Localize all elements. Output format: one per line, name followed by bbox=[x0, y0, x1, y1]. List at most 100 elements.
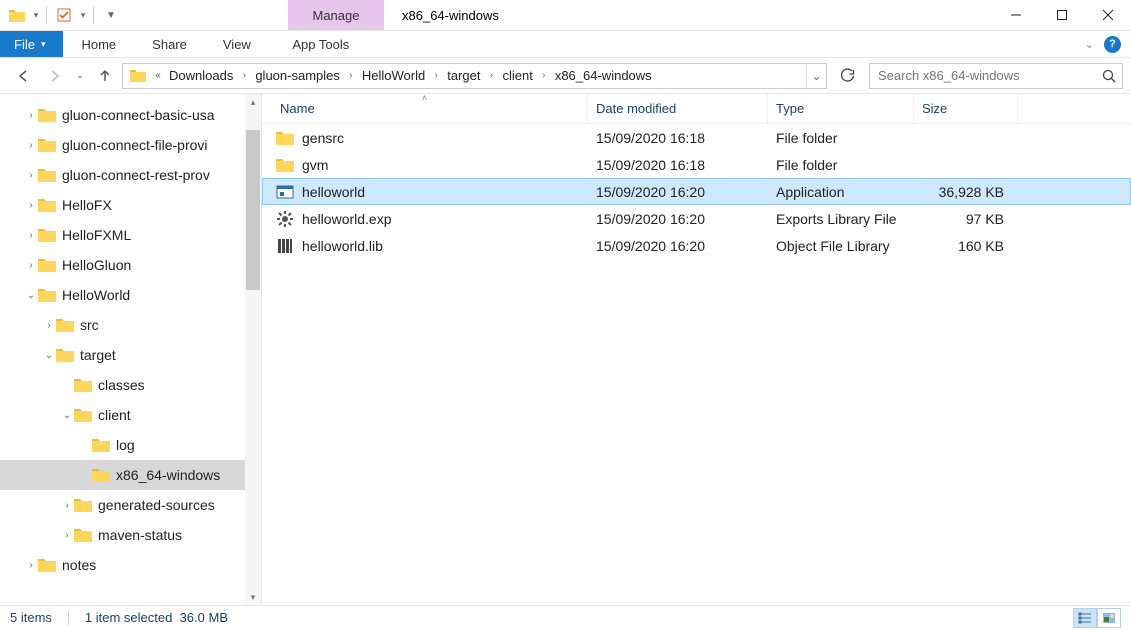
properties-icon[interactable] bbox=[51, 0, 77, 30]
home-tab[interactable]: Home bbox=[63, 31, 134, 57]
twisty-icon[interactable]: › bbox=[24, 140, 38, 151]
tree-item-label: classes bbox=[98, 377, 145, 393]
breadcrumb-segment[interactable]: HelloWorld bbox=[358, 64, 429, 88]
file-tab-label: File bbox=[14, 37, 35, 52]
twisty-icon[interactable]: › bbox=[42, 320, 56, 331]
minimize-button[interactable] bbox=[993, 0, 1039, 30]
twisty-icon[interactable]: › bbox=[24, 560, 38, 571]
twisty-icon[interactable]: › bbox=[24, 230, 38, 241]
window-title: x86_64-windows bbox=[402, 0, 499, 30]
column-type[interactable]: Type bbox=[768, 94, 914, 123]
app-tools-tab[interactable]: App Tools bbox=[273, 31, 369, 57]
tree-item[interactable]: ›HelloFX bbox=[0, 190, 246, 220]
tree-item[interactable]: x86_64-windows bbox=[0, 460, 246, 490]
chevron-right-icon[interactable]: › bbox=[344, 70, 358, 81]
context-tab[interactable]: Manage bbox=[288, 0, 384, 30]
scroll-down-icon[interactable]: ▾ bbox=[245, 589, 261, 605]
address-dropdown-icon[interactable]: ⌄ bbox=[806, 64, 826, 88]
file-type: Exports Library File bbox=[768, 205, 914, 232]
twisty-icon[interactable]: ⌄ bbox=[42, 350, 56, 361]
file-date: 15/09/2020 16:18 bbox=[588, 124, 768, 151]
forward-button[interactable] bbox=[40, 62, 70, 90]
tree-item[interactable]: › gluon-connect-file-provi bbox=[0, 130, 246, 160]
file-size bbox=[914, 124, 1018, 151]
tree-item[interactable]: ›notes bbox=[0, 550, 246, 580]
column-date[interactable]: Date modified bbox=[588, 94, 768, 123]
tree-item[interactable]: ›HelloGluon bbox=[0, 250, 246, 280]
file-date: 15/09/2020 16:20 bbox=[588, 178, 768, 205]
tree-item[interactable]: ⌄ target bbox=[0, 340, 246, 370]
twisty-icon[interactable]: › bbox=[60, 530, 74, 541]
file-row[interactable]: helloworld.lib15/09/2020 16:20Object Fil… bbox=[262, 232, 1131, 259]
pin-dropdown-icon[interactable]: ▾ bbox=[30, 0, 42, 30]
tree-item[interactable]: ›gluon-connect-basic-usa bbox=[0, 100, 246, 130]
breadcrumb-segment[interactable]: gluon-samples bbox=[251, 64, 344, 88]
column-name[interactable]: ˄ Name bbox=[262, 94, 588, 123]
scroll-up-icon[interactable]: ▴ bbox=[245, 94, 261, 110]
twisty-icon[interactable]: › bbox=[24, 200, 38, 211]
recent-locations-button[interactable]: ⌄ bbox=[72, 62, 88, 90]
tree-item-label: gluon-connect-file-provi bbox=[62, 137, 208, 153]
status-selection: 1 item selected 36.0 MB bbox=[85, 610, 228, 625]
file-row[interactable]: gvm15/09/2020 16:18File folder bbox=[262, 151, 1131, 178]
chevron-right-icon[interactable]: › bbox=[484, 70, 498, 81]
file-size: 160 KB bbox=[914, 232, 1018, 259]
scroll-thumb[interactable] bbox=[246, 130, 260, 290]
tree-item[interactable]: log bbox=[0, 430, 246, 460]
twisty-icon[interactable]: › bbox=[60, 500, 74, 511]
details-view-icon[interactable] bbox=[1073, 608, 1097, 628]
tree-item[interactable]: › generated-sources bbox=[0, 490, 246, 520]
file-row[interactable]: helloworld.exp15/09/2020 16:20Exports Li… bbox=[262, 205, 1131, 232]
back-button[interactable] bbox=[8, 62, 38, 90]
tree-item[interactable]: ›maven-status bbox=[0, 520, 246, 550]
large-icons-view-icon[interactable] bbox=[1097, 608, 1121, 628]
chevron-right-icon[interactable]: › bbox=[537, 70, 551, 81]
folder-icon[interactable] bbox=[4, 0, 30, 30]
ribbon-tabs: File ▾ Home Share View App Tools ⌄ ? bbox=[0, 31, 1131, 58]
search-box[interactable] bbox=[869, 63, 1123, 89]
expand-ribbon-icon[interactable]: ⌄ bbox=[1085, 38, 1094, 51]
help-icon[interactable]: ? bbox=[1104, 36, 1121, 53]
twisty-icon[interactable]: › bbox=[24, 170, 38, 181]
file-name: gvm bbox=[302, 157, 328, 173]
twisty-icon[interactable]: › bbox=[24, 110, 38, 121]
file-row[interactable]: gensrc15/09/2020 16:18File folder bbox=[262, 124, 1131, 151]
chevron-right-icon[interactable]: › bbox=[237, 70, 251, 81]
file-tab[interactable]: File ▾ bbox=[0, 31, 63, 57]
customize-qat-icon[interactable]: ▼ bbox=[98, 0, 124, 30]
close-button[interactable] bbox=[1085, 0, 1131, 30]
file-row[interactable]: helloworld15/09/2020 16:20Application36,… bbox=[262, 178, 1131, 205]
refresh-button[interactable] bbox=[833, 63, 861, 89]
qat-dropdown-icon[interactable]: ▾ bbox=[77, 0, 89, 30]
breadcrumb-overflow[interactable]: « bbox=[151, 70, 165, 81]
tree-item[interactable]: classes bbox=[0, 370, 246, 400]
breadcrumb-segment[interactable]: Downloads bbox=[165, 64, 237, 88]
share-tab[interactable]: Share bbox=[134, 31, 205, 57]
tree-item[interactable]: ›HelloFXML bbox=[0, 220, 246, 250]
view-tab[interactable]: View bbox=[205, 31, 269, 57]
search-input[interactable] bbox=[870, 68, 1096, 83]
tree-item-label: target bbox=[80, 347, 116, 363]
breadcrumb-segment[interactable]: x86_64-windows bbox=[551, 64, 656, 88]
tree-item-label: generated-sources bbox=[98, 497, 215, 513]
column-size[interactable]: Size bbox=[914, 94, 1018, 123]
tree-item[interactable]: ›gluon-connect-rest-prov bbox=[0, 160, 246, 190]
breadcrumb-segment[interactable]: client bbox=[498, 64, 536, 88]
twisty-icon[interactable]: ⌄ bbox=[60, 410, 74, 421]
breadcrumb-bar[interactable]: « Downloads›gluon-samples›HelloWorld›tar… bbox=[122, 63, 827, 89]
twisty-icon[interactable]: › bbox=[24, 260, 38, 271]
breadcrumb-segment[interactable]: target bbox=[443, 64, 484, 88]
column-headers: ˄ Name Date modified Type Size bbox=[262, 94, 1131, 124]
tree-item[interactable]: ⌄HelloWorld bbox=[0, 280, 246, 310]
file-name: helloworld bbox=[302, 184, 365, 200]
maximize-button[interactable] bbox=[1039, 0, 1085, 30]
up-button[interactable] bbox=[90, 62, 120, 90]
chevron-right-icon[interactable]: › bbox=[429, 70, 443, 81]
tree-item[interactable]: ›src bbox=[0, 310, 246, 340]
twisty-icon[interactable]: ⌄ bbox=[24, 290, 38, 301]
navpane-scrollbar[interactable]: ▴ ▾ bbox=[245, 94, 261, 605]
search-icon[interactable] bbox=[1096, 69, 1122, 83]
file-size bbox=[914, 151, 1018, 178]
tree-item[interactable]: ⌄client bbox=[0, 400, 246, 430]
file-name: helloworld.lib bbox=[302, 238, 383, 254]
